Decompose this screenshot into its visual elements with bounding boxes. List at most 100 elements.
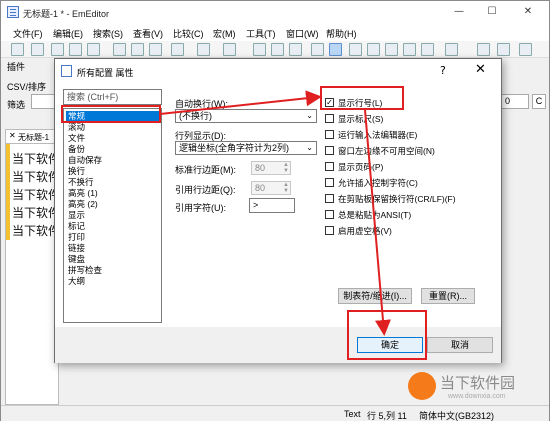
category-keyboard[interactable]: 键盘 [66,254,159,265]
menu-bar: 文件(F) 编辑(E) 搜索(S) 查看(V) 比较(C) 宏(M) 工具(T)… [1,24,549,41]
category-outline[interactable]: 大纲 [66,276,159,287]
category-list[interactable]: 常规 滚动 文件 备份 自动保存 换行 不换行 高亮 (1) 高亮 (2) 显示… [63,108,162,323]
watermark-text: 当下软件园 [440,375,516,392]
category-highlight-2[interactable]: 高亮 (2) [66,199,159,210]
checkbox-label: 允许插入控制字符(C) [338,178,418,188]
category-file[interactable]: 文件 [66,133,159,144]
menu-window[interactable]: 窗口(W) [286,27,319,40]
right-combo[interactable]: 0 [501,94,529,109]
menu-edit[interactable]: 编辑(E) [53,27,83,40]
copy-icon[interactable] [131,43,144,56]
std-margin-label: 标准行边距(M): [175,165,236,175]
category-links[interactable]: 链接 [66,243,159,254]
tools-icon[interactable] [497,43,510,56]
checkbox-box[interactable] [325,178,334,187]
print-icon[interactable] [69,43,82,56]
column-icon[interactable] [367,43,380,56]
document-tab[interactable]: ✕ 无标题-1 [5,129,59,143]
status-bar: Text 行 5,列 11 简体中文(GB2312) [1,405,549,421]
column-display-select[interactable]: 逻辑坐标(全角字符计为2列) ⌄ [175,141,317,155]
wrap-select[interactable]: (不换行) ⌄ [175,109,317,123]
replace-icon[interactable] [289,43,302,56]
chevron-down-icon: ⌄ [306,143,313,152]
menu-search[interactable]: 搜索(S) [93,27,123,40]
change-marker [6,144,10,240]
checkbox-box[interactable] [325,194,334,203]
save-icon[interactable] [51,43,64,56]
checkbox-box[interactable] [325,146,334,155]
quote-margin-value: 80 [255,183,266,193]
paste-icon[interactable] [149,43,162,56]
table-icon[interactable] [421,43,434,56]
checkbox-box[interactable] [325,226,334,235]
checkbox-box[interactable] [325,114,334,123]
undo-icon[interactable] [197,43,210,56]
plugin-tab[interactable]: 插件 [1,58,61,73]
dialog-close-icon[interactable]: ✕ [475,62,486,77]
minimize-button[interactable]: — [446,3,472,21]
menu-macro[interactable]: 宏(M) [213,27,236,40]
checkbox-box[interactable] [325,162,334,171]
plugin-icon[interactable] [519,43,532,56]
right-c-button[interactable]: C [532,94,546,109]
checkbox-label: 在剪贴板保留换行符(CR/LF)(F) [338,194,456,204]
delete-icon[interactable] [171,43,184,56]
csv-sort-label[interactable]: CSV/排序 [7,80,46,93]
category-nowrap[interactable]: 不换行 [66,177,159,188]
quote-margin-label: 引用行边距(Q): [175,185,236,195]
dialog-icon [61,65,72,77]
maximize-button[interactable]: ☐ [479,3,505,21]
csv-icon[interactable] [349,43,362,56]
reset-button[interactable]: 重置(R)... [421,288,475,304]
checkbox-box[interactable] [325,130,334,139]
wrap-select-value: (不换行) [179,111,212,121]
editor-line: 当下软件 [12,152,61,166]
help-icon[interactable]: ? [440,64,446,77]
editor-area[interactable]: 当下软件 当下软件 当下软件 当下软件 当下软件 [5,143,61,405]
menu-view[interactable]: 查看(V) [133,27,163,40]
category-search-input[interactable]: 搜索 (Ctrl+F) [63,89,162,105]
menu-compare[interactable]: 比较(C) [173,27,204,40]
cut-icon[interactable] [113,43,126,56]
menu-help[interactable]: 帮助(H) [326,27,357,40]
macro-icon[interactable] [477,43,490,56]
window-icon[interactable] [445,43,458,56]
sort-icon[interactable] [403,43,416,56]
editor-line: 当下软件 [12,224,61,238]
cancel-button[interactable]: 取消 [427,337,493,353]
filter-icon[interactable] [329,43,342,56]
status-mode: Text [344,409,361,419]
close-window-button[interactable]: ✕ [515,3,541,21]
open-file-icon[interactable] [31,43,44,56]
tab-indent-button[interactable]: 制表符/缩进(I)... [338,288,412,304]
category-scroll[interactable]: 滚动 [66,122,159,133]
highlight-box-ok [347,310,427,360]
find-icon[interactable] [253,43,266,56]
category-autosave[interactable]: 自动保存 [66,155,159,166]
menu-file[interactable]: 文件(F) [13,27,43,40]
quote-char-input[interactable]: > [249,198,295,213]
category-backup[interactable]: 备份 [66,144,159,155]
category-print[interactable]: 打印 [66,232,159,243]
category-marks[interactable]: 标记 [66,221,159,232]
doc-tab-close-icon[interactable]: ✕ [9,131,16,140]
preview-icon[interactable] [87,43,100,56]
highlight-icon[interactable] [311,43,324,56]
spin-icon: ▲ ▼ [283,182,289,194]
grid-icon[interactable] [385,43,398,56]
new-file-icon[interactable] [11,43,24,56]
filter-label: 筛选 [7,100,26,110]
category-highlight-1[interactable]: 高亮 (1) [66,188,159,199]
quote-margin-input[interactable]: 80 ▲ ▼ [251,181,291,195]
find-next-icon[interactable] [271,43,284,56]
status-encoding[interactable]: 简体中文(GB2312) [419,409,494,421]
menu-tools[interactable]: 工具(T) [246,27,276,40]
std-margin-input[interactable]: 80 ▲ ▼ [251,161,291,175]
category-wrap[interactable]: 换行 [66,166,159,177]
checkbox-label: 运行输入法编辑器(E) [338,130,418,140]
category-spellcheck[interactable]: 拼写检查 [66,265,159,276]
checkbox-label: 显示页码(P) [338,162,384,172]
redo-icon[interactable] [223,43,236,56]
category-display[interactable]: 显示 [66,210,159,221]
checkbox-box[interactable] [325,210,334,219]
